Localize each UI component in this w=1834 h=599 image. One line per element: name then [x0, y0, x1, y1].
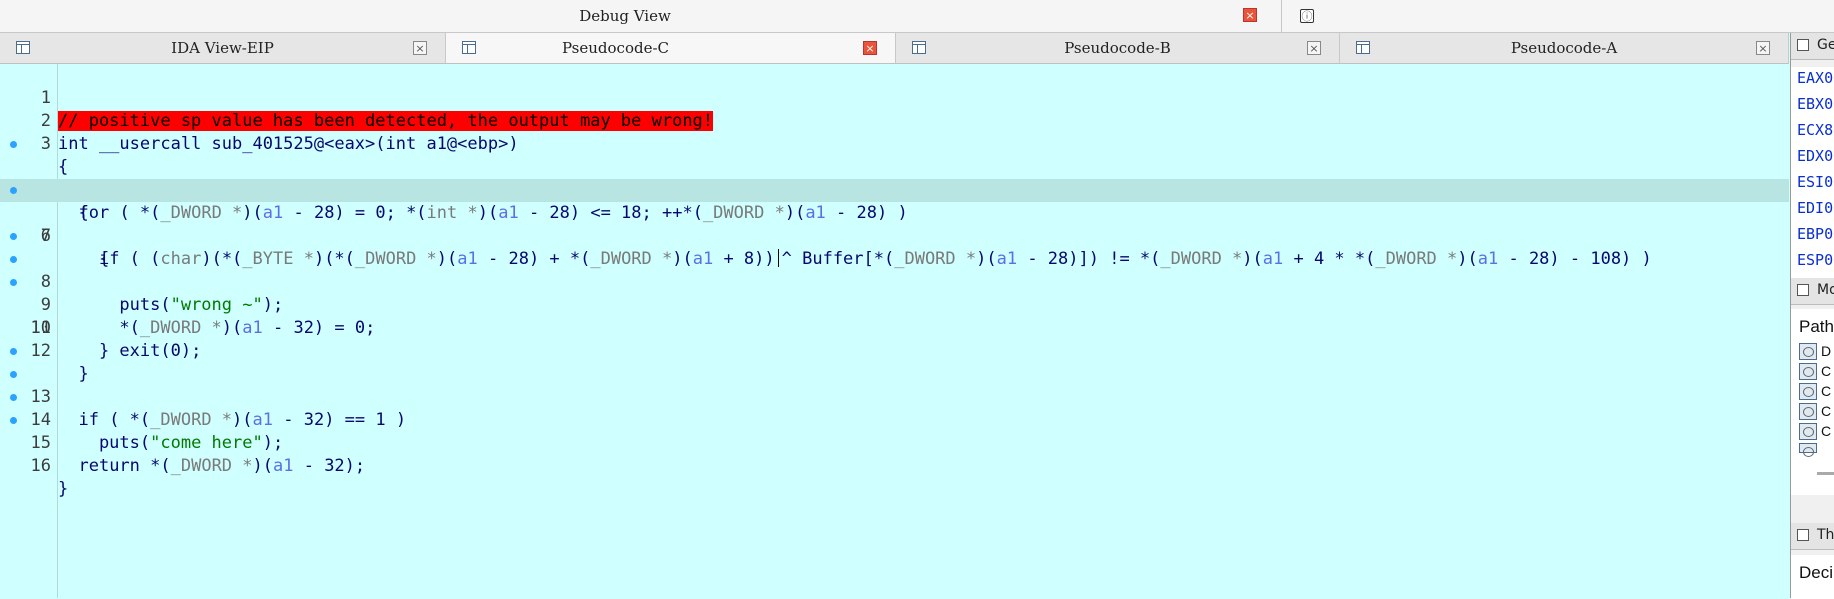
tab-label: Pseudocode-A [1510, 39, 1618, 57]
string-literal: "come here" [150, 433, 263, 453]
code-line[interactable]: 2 int __usercall sub_401525@<eax>(int a1… [0, 87, 1789, 154]
horizontal-scrollbar[interactable] [1817, 472, 1834, 475]
register-name[interactable]: ESP0 [1797, 251, 1833, 269]
breakpoint-dot-icon[interactable] [10, 141, 17, 148]
register-name[interactable]: EDX0 [1797, 147, 1833, 165]
code-line[interactable]: 9 *(_DWORD *)(a1 - 32) = 0; [0, 248, 1789, 338]
close-tab-icon[interactable]: × [863, 41, 877, 55]
view-tab-row: IDA View-EIP × Pseudocode-C × Pseudocode… [0, 33, 1789, 64]
breakpoint-dot-icon[interactable] [10, 348, 17, 355]
info-icon: ⓘ [1300, 9, 1314, 23]
module-icon [1799, 423, 1817, 440]
module-icon [1799, 403, 1817, 420]
breakpoint-dot-icon[interactable] [10, 187, 17, 194]
breakpoint-dot-icon[interactable] [10, 371, 17, 378]
register-name[interactable]: EBP0 [1797, 225, 1833, 243]
tab-label: IDA View-EIP [171, 39, 274, 57]
code-line[interactable]: 1 // positive sp value has been detected… [0, 64, 1789, 131]
register-name[interactable]: EAX0 [1797, 69, 1833, 87]
close-tab-icon[interactable]: × [1307, 41, 1321, 55]
secondary-tab[interactable]: ⓘ [1282, 0, 1834, 32]
breakpoint-dot-icon[interactable] [10, 279, 17, 286]
code-line[interactable]: 15 return *(_DWORD *)(a1 - 32); [0, 386, 1789, 476]
module-icon [1799, 443, 1817, 457]
module-row[interactable]: D [1821, 343, 1831, 359]
registers-list: EAX0 EBX0 ECX8 EDX0 ESI0 EDI0 EBP0 ESP0 [1791, 67, 1834, 303]
modules-list: Path D C C C C [1791, 309, 1834, 495]
code-line[interactable]: 11 } [0, 294, 1789, 361]
decimal-panel: Deci [1791, 555, 1834, 599]
module-row[interactable]: C [1821, 423, 1831, 439]
debug-view-tab[interactable]: Debug View × [0, 0, 1282, 32]
pseudocode-editor[interactable]: 1 // positive sp value has been detected… [0, 64, 1789, 598]
module-row[interactable]: C [1821, 403, 1831, 419]
code-line[interactable]: 14 puts("come here"); [0, 363, 1789, 453]
decimal-label: Deci [1799, 563, 1834, 582]
breakpoint-dot-icon[interactable] [10, 233, 17, 240]
code-line[interactable]: 10 exit(0); [0, 271, 1789, 361]
tab-pseudocode-a[interactable]: Pseudocode-A × [1340, 33, 1789, 63]
register-name[interactable]: EDI0 [1797, 199, 1833, 217]
register-name[interactable]: ESI0 [1797, 173, 1833, 191]
panel-title: Ge [1817, 37, 1834, 53]
debug-view-title: Debug View [579, 7, 671, 25]
tab-ida-view-eip[interactable]: IDA View-EIP × [0, 33, 446, 63]
close-tab-icon[interactable]: × [1756, 41, 1770, 55]
code-line[interactable]: 13 if ( *(_DWORD *)(a1 - 32) == 1 ) [0, 340, 1789, 430]
line-number: 16 [30, 456, 51, 476]
brace: } [58, 479, 69, 499]
code-line[interactable]: 12 } [0, 317, 1789, 384]
panel-title: Mo [1817, 282, 1834, 298]
right-side-panel: Ge EAX0 EBX0 ECX8 EDX0 ESI0 EDI0 EBP0 ES… [1790, 33, 1834, 599]
register-name[interactable]: ECX8 [1797, 121, 1833, 139]
panel-icon [1797, 529, 1809, 541]
code-line[interactable]: 16 } [0, 409, 1789, 499]
code-line[interactable]: 3 { [0, 110, 1789, 177]
breakpoint-dot-icon[interactable] [10, 256, 17, 263]
tab-label: Pseudocode-C [561, 39, 669, 57]
tab-pseudocode-b[interactable]: Pseudocode-B × [896, 33, 1340, 63]
module-row[interactable]: C [1821, 363, 1831, 379]
breakpoint-dot-icon[interactable] [10, 394, 17, 401]
code-line-current[interactable]: 6 if ( (char)(*(_BYTE *)(*(_DWORD *)(a1 … [0, 179, 1789, 269]
module-icon [1799, 343, 1817, 360]
close-tab-icon[interactable]: × [413, 41, 427, 55]
tab-label: Pseudocode-B [1064, 39, 1171, 57]
module-icon [1799, 363, 1817, 380]
code-line[interactable]: 5 { [0, 156, 1789, 223]
modules-header[interactable]: Mo [1791, 278, 1834, 305]
tab-pseudocode-c[interactable]: Pseudocode-C × [446, 33, 896, 63]
window-tab-bar: Debug View × ⓘ [0, 0, 1834, 33]
code-line[interactable]: 8 puts("wrong ~"); [0, 225, 1789, 315]
threads-header[interactable]: Th [1791, 523, 1834, 550]
module-icon [1799, 383, 1817, 400]
code-line[interactable]: 7 { [0, 202, 1789, 269]
path-column-header: Path [1799, 317, 1834, 336]
general-registers-header[interactable]: Ge [1791, 33, 1834, 60]
panel-icon [1797, 284, 1809, 296]
panel-icon [1797, 39, 1809, 51]
debug-view-close-icon[interactable]: × [1243, 8, 1257, 22]
module-row[interactable]: C [1821, 383, 1831, 399]
register-name[interactable]: EBX0 [1797, 95, 1833, 113]
panel-title: Th [1817, 527, 1834, 543]
breakpoint-dot-icon[interactable] [10, 417, 17, 424]
code-line[interactable]: 4 for ( *(_DWORD *)(a1 - 28) = 0; *(int … [0, 133, 1789, 223]
